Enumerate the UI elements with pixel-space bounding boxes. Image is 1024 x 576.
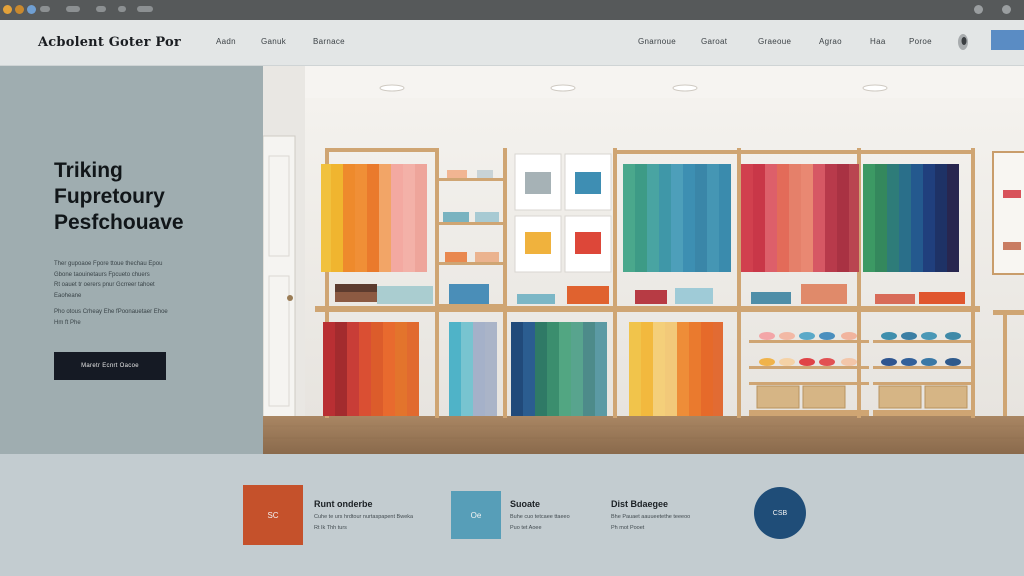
feature-title: Runt onderbe [314,499,373,509]
nav-link[interactable]: Poroe [909,37,932,46]
feature-text-line: Rt Ik Thh turs [314,525,347,531]
door [263,135,296,437]
feature-text: Cuhe te urs hrdtour nurtaspapent Bweka R… [314,512,413,534]
header-action-button[interactable] [991,30,1024,50]
browser-toolbar [0,0,1024,20]
feature-text-line: Bhe Pauaet aauueetethe teeeoo [611,514,691,520]
nav-link[interactable]: Garoat [701,37,727,46]
showroom-illustration [263,66,1024,454]
hero-title-line: Fupretoury [54,185,165,208]
feature-title: Suoate [510,499,541,509]
hero-description-line: Gbone taouinetaurs Fpcueto chuers [54,271,150,278]
hanging-shirts-warm [321,164,427,272]
shop-now-button[interactable]: Maretr Ecnrt Oacoe [54,352,166,380]
browser-tab[interactable] [66,6,80,12]
window-maximize-icon[interactable] [27,5,36,14]
window-minimize-icon[interactable] [15,5,24,14]
hero-showroom-image [263,66,1024,454]
user-icon[interactable] [957,32,969,52]
feature-text-line: Cuhe te urs hrdtour nurtaspapent Bweka [314,514,414,520]
feature-text-line: Puo tet Aoee [510,525,542,531]
nav-link[interactable]: Barnace [313,37,345,46]
feature-text-line: Ph mot Pooet [611,525,645,531]
hanging-shirts-dark [863,164,959,272]
nav-link[interactable]: Graeoue [758,37,791,46]
hero-description-line: Eaoheane [54,292,82,299]
browser-tab[interactable] [40,6,50,12]
feature-badge-circle[interactable]: CSB [754,487,806,539]
nav-link[interactable]: Aadn [216,37,236,46]
feature-badge: SC [243,485,303,545]
browser-tab[interactable] [118,6,126,12]
hero-title: Triking Fupretoury Pesfchouave [54,158,254,236]
feature-text: Bhe Pauaet aauueetethe teeeoo Ph mot Poo… [611,512,690,534]
window-close-icon[interactable] [3,5,12,14]
wall-display-board [992,151,1024,275]
hero-description-line: Rt oauet tr oerers pnur Gcrreer tahoet [54,282,155,288]
hanging-lower [323,322,723,416]
feature-text-line: Buhe cuo tetcaee ttaeeo [510,514,570,520]
nav-link[interactable]: Ganuk [261,37,286,46]
site-header: Acbolent Goter Por Aadn Ganuk Barnace Gn… [0,20,1024,66]
hero-panel: Triking Fupretoury Pesfchouave Ther gupo… [0,66,263,454]
browser-tab[interactable] [137,6,153,12]
hero-description-line: Ther gupoaoe Fpore ttoue thechau Epou [54,261,163,267]
nav-link[interactable]: Haa [870,37,886,46]
hanging-shirts-teal [623,164,731,272]
extension-icon[interactable] [974,5,983,14]
feature-title: Dist Bdaegee [611,499,669,509]
nav-link[interactable]: Agrao [819,37,842,46]
floor [263,416,1024,454]
hero-description-line: Hm ft Phe [54,319,81,326]
menu-icon[interactable] [1002,5,1011,14]
feature-badge: Oe [451,491,501,539]
hero-description-line: Pho otous Crheay Ehe fPoonauetaer Ehoe [54,309,168,315]
hanging-shirts-red [741,164,859,272]
site-logo[interactable]: Acbolent Goter Por [38,35,181,50]
hero-title-line: Pesfchouave [54,211,184,234]
hero-title-line: Triking [54,159,123,182]
browser-tab[interactable] [96,6,106,12]
features-strip: SC Runt onderbe Cuhe te urs hrdtour nurt… [0,454,1024,576]
nav-link[interactable]: Gnarnoue [638,37,676,46]
hero-description: Ther gupoaoe Fpore ttoue thechau Epou Gb… [54,259,224,328]
feature-text: Buhe cuo tetcaee ttaeeo Puo tet Aoee [510,512,570,534]
